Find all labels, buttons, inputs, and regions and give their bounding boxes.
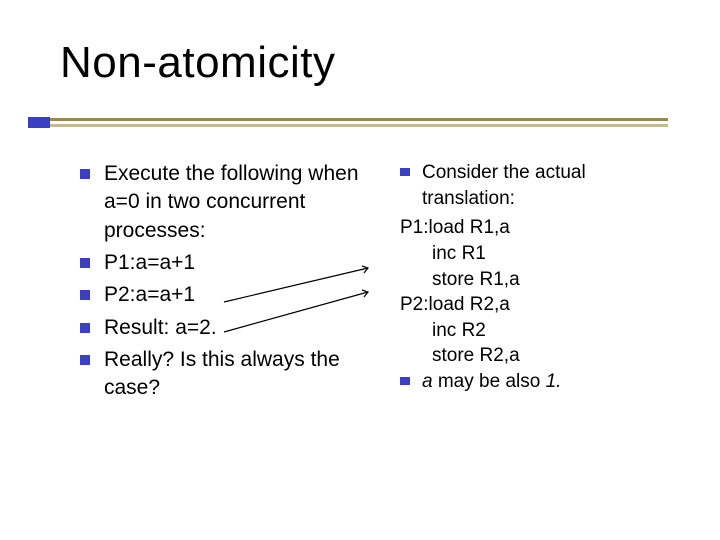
- item-text: a may be also 1.: [422, 369, 561, 395]
- left-column: Execute the following when a=0 in two co…: [80, 160, 380, 407]
- item-text: Execute the following when a=0 in two co…: [104, 160, 380, 245]
- bullet-icon: [80, 169, 90, 179]
- bullet-icon: [80, 323, 90, 333]
- bullet-icon: [80, 290, 90, 300]
- rule-accent-box: [28, 117, 50, 128]
- tail-mid: may be also: [433, 371, 546, 392]
- list-item: Consider the actual translation:: [400, 160, 680, 211]
- item-text: P1:a=a+1: [104, 249, 195, 277]
- rule-bar-bottom: [28, 124, 668, 127]
- code-line: P1:load R1,a: [400, 215, 680, 241]
- code-text: load R1,a: [429, 217, 510, 238]
- p1-label: P1:: [400, 217, 429, 238]
- list-item: a may be also 1.: [400, 369, 680, 395]
- code-line: inc R2: [400, 318, 680, 344]
- list-item: P1:a=a+1: [80, 249, 380, 277]
- code-text: load R2,a: [429, 294, 510, 315]
- list-item: P2:a=a+1: [80, 281, 380, 309]
- slide-title: Non-atomicity: [60, 38, 335, 88]
- code-line: inc R1: [400, 241, 680, 267]
- bullet-icon: [400, 377, 410, 385]
- bullet-icon: [80, 355, 90, 365]
- p2-label: P2:: [400, 294, 429, 315]
- p1-block: P1:load R1,a inc R1 store R1,a: [400, 215, 680, 292]
- item-text: Result: a=2.: [104, 314, 217, 342]
- right-column: Consider the actual translation: P1:load…: [400, 160, 680, 407]
- tail-a: a: [422, 371, 433, 392]
- title-rule: [28, 118, 668, 128]
- slide: Non-atomicity Execute the following when…: [0, 0, 720, 540]
- tail-one: 1.: [546, 371, 562, 392]
- item-text: P2:a=a+1: [104, 281, 195, 309]
- code-line: store R2,a: [400, 343, 680, 369]
- code-line: P2:load R2,a: [400, 292, 680, 318]
- item-text: Really? Is this always the case?: [104, 346, 380, 403]
- bullet-icon: [80, 258, 90, 268]
- list-item: Execute the following when a=0 in two co…: [80, 160, 380, 245]
- rule-bar-top: [28, 118, 668, 121]
- item-text: Consider the actual translation:: [422, 160, 680, 211]
- code-line: store R1,a: [400, 267, 680, 293]
- title-area: Non-atomicity: [60, 38, 335, 88]
- p2-block: P2:load R2,a inc R2 store R2,a: [400, 292, 680, 369]
- list-item: Result: a=2.: [80, 314, 380, 342]
- bullet-icon: [400, 168, 410, 176]
- content-columns: Execute the following when a=0 in two co…: [80, 160, 680, 407]
- list-item: Really? Is this always the case?: [80, 346, 380, 403]
